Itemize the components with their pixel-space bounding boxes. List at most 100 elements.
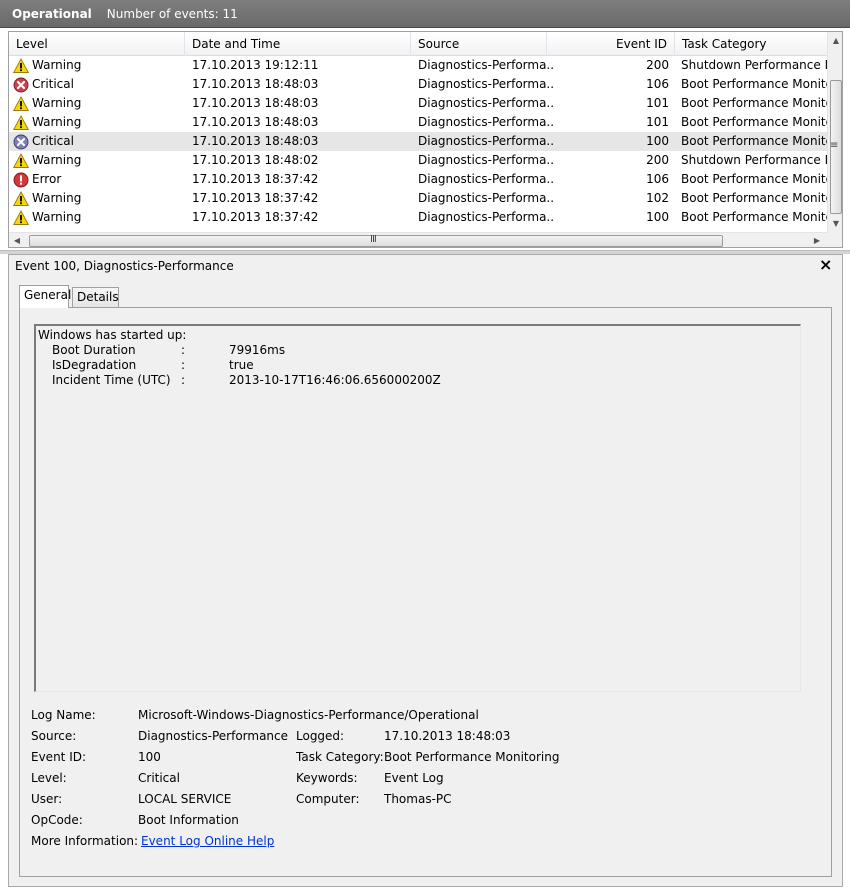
- date-cell: 17.10.2013 18:37:42: [192, 191, 319, 205]
- description-separator: :: [181, 358, 186, 372]
- date-cell: 17.10.2013 18:48:03: [192, 134, 319, 148]
- event-id-cell: 101: [646, 96, 669, 110]
- task-category-cell: Boot Performance Monitor: [681, 172, 827, 186]
- description-line-incident-time: Incident Time (UTC) : 2013-10-17T16:46:0…: [38, 373, 800, 388]
- computer-value: Thomas-PC: [384, 792, 452, 806]
- date-cell: 17.10.2013 18:48:03: [192, 96, 319, 110]
- level-text: Warning: [32, 191, 82, 205]
- task-category-cell: Boot Performance Monitor: [681, 115, 827, 129]
- event-log-online-help-link[interactable]: Event Log Online Help: [141, 834, 274, 849]
- level-label: Level:: [31, 771, 67, 785]
- keywords-label: Keywords:: [296, 771, 358, 785]
- date-cell: 17.10.2013 18:37:42: [192, 210, 319, 224]
- event-id-cell: 101: [646, 115, 669, 129]
- scroll-down-button[interactable]: ▼: [828, 215, 842, 232]
- vertical-scrollbar[interactable]: ▲ ≡ ▼: [827, 32, 842, 232]
- table-row[interactable]: Warning 17.10.2013 18:48:03 Diagnostics-Pe…: [9, 94, 827, 113]
- description-value: 2013-10-17T16:46:06.656000200Z: [229, 373, 441, 387]
- source-cell: Diagnostics-Performa...: [418, 191, 553, 205]
- column-header-task-category[interactable]: Task Category: [675, 32, 827, 56]
- task-category-cell: Boot Performance Monitor: [681, 191, 827, 205]
- task-category-cell: Boot Performance Monitor: [681, 134, 827, 148]
- level-text: Warning: [32, 58, 82, 72]
- scroll-right-button[interactable]: ▶: [809, 233, 825, 247]
- description-value: true: [229, 358, 254, 372]
- level-text: Warning: [32, 96, 82, 110]
- source-cell: Diagnostics-Performa...: [418, 77, 553, 91]
- column-header-level[interactable]: Level: [9, 32, 185, 56]
- scroll-left-button[interactable]: ◀: [9, 233, 25, 247]
- critical-icon: [13, 77, 29, 93]
- table-row[interactable]: Warning 17.10.2013 18:48:02 Diagnostics-Pe…: [9, 151, 827, 170]
- log-name-label: Operational: [12, 6, 92, 21]
- scrollbar-corner: [827, 232, 842, 247]
- description-key: Incident Time (UTC): [52, 373, 171, 387]
- tab-details[interactable]: Details: [72, 287, 119, 308]
- date-cell: 17.10.2013 18:37:42: [192, 172, 319, 186]
- task-category-label: Task Category:: [296, 750, 384, 764]
- column-header-source[interactable]: Source: [411, 32, 547, 56]
- event-id-cell: 200: [646, 153, 669, 167]
- general-tab-panel: Windows has started up: Boot Duration : …: [19, 307, 832, 877]
- level-cell: Warning: [13, 189, 183, 208]
- event-detail-pane: Event 100, Diagnostics-Performance × Gen…: [8, 254, 843, 887]
- description-key: IsDegradation: [52, 358, 137, 372]
- description-line-boot-duration: Boot Duration : 79916ms: [38, 343, 800, 358]
- log-name-value: Microsoft-Windows-Diagnostics-Performanc…: [138, 708, 479, 722]
- source-cell: Diagnostics-Performa...: [418, 58, 553, 72]
- table-row[interactable]: Warning 17.10.2013 18:37:42 Diagnostics-Pe…: [9, 208, 827, 227]
- table-row[interactable]: Critical 17.10.2013 18:48:03 Diagnostics-P…: [9, 75, 827, 94]
- level-text: Critical: [32, 77, 74, 91]
- horizontal-scrollbar[interactable]: ◀ III ▶: [9, 232, 827, 247]
- horizontal-scroll-thumb[interactable]: III: [29, 234, 723, 247]
- scroll-up-button[interactable]: ▲: [828, 32, 842, 49]
- description-value: 79916ms: [229, 343, 286, 357]
- table-row[interactable]: Warning 17.10.2013 19:12:11 Diagnostics-Pe…: [9, 56, 827, 75]
- source-cell: Diagnostics-Performa...: [418, 153, 553, 167]
- date-cell: 17.10.2013 18:48:02: [192, 153, 319, 167]
- level-cell: Warning: [13, 94, 183, 113]
- description-key: Boot Duration: [52, 343, 136, 357]
- column-header-event-id[interactable]: Event ID: [547, 32, 675, 56]
- event-id-cell: 100: [646, 210, 669, 224]
- task-category-cell: Boot Performance Monitor: [681, 210, 827, 224]
- warning-icon: [13, 114, 30, 131]
- warning-icon: [13, 209, 30, 226]
- event-count-label: Number of events: 11: [106, 6, 238, 21]
- event-id-label: Event ID:: [31, 750, 87, 764]
- date-cell: 17.10.2013 18:48:03: [192, 77, 319, 91]
- warning-icon: [13, 152, 30, 169]
- log-header-bar: Operational Number of events: 11: [0, 0, 850, 28]
- user-value: LOCAL SERVICE: [138, 792, 232, 806]
- description-intro: Windows has started up:: [38, 328, 187, 342]
- column-header-date-and-time[interactable]: Date and Time: [185, 32, 411, 56]
- event-detail-title: Event 100, Diagnostics-Performance: [15, 259, 234, 273]
- level-text: Warning: [32, 115, 82, 129]
- event-id-cell: 106: [646, 172, 669, 186]
- tab-general[interactable]: General: [19, 285, 71, 308]
- event-id-value: 100: [138, 750, 161, 764]
- level-value: Critical: [138, 771, 180, 785]
- event-description-box[interactable]: Windows has started up: Boot Duration : …: [34, 324, 801, 692]
- table-row[interactable]: Warning 17.10.2013 18:37:42 Diagnostics-Pe…: [9, 189, 827, 208]
- table-row[interactable]: Warning 17.10.2013 18:48:03 Diagnostics-Pe…: [9, 113, 827, 132]
- close-detail-icon[interactable]: ×: [819, 255, 832, 274]
- source-cell: Diagnostics-Performa...: [418, 172, 553, 186]
- critical-icon: [13, 134, 29, 150]
- source-label: Source:: [31, 729, 77, 743]
- table-row[interactable]: Error 17.10.2013 18:37:42 Diagnostics-Perf…: [9, 170, 827, 189]
- description-separator: :: [181, 343, 186, 357]
- table-row[interactable]: Critical 17.10.2013 18:48:03 Diagnostics-P…: [9, 132, 827, 151]
- level-text: Warning: [32, 153, 82, 167]
- level-text: Error: [32, 172, 62, 186]
- level-cell: Error: [13, 170, 183, 189]
- horizontal-scroll-grip: III: [370, 234, 377, 245]
- events-grid[interactable]: Level Date and Time Source Event ID Task…: [8, 31, 843, 248]
- level-cell: Critical: [13, 75, 183, 94]
- source-value: Diagnostics-Performance: [138, 729, 289, 743]
- level-cell: Warning: [13, 208, 183, 227]
- event-id-cell: 106: [646, 77, 669, 91]
- task-category-value: Boot Performance Monitoring: [384, 750, 560, 764]
- level-cell: Warning: [13, 151, 183, 170]
- task-category-cell: Shutdown Performance Mo: [681, 58, 827, 72]
